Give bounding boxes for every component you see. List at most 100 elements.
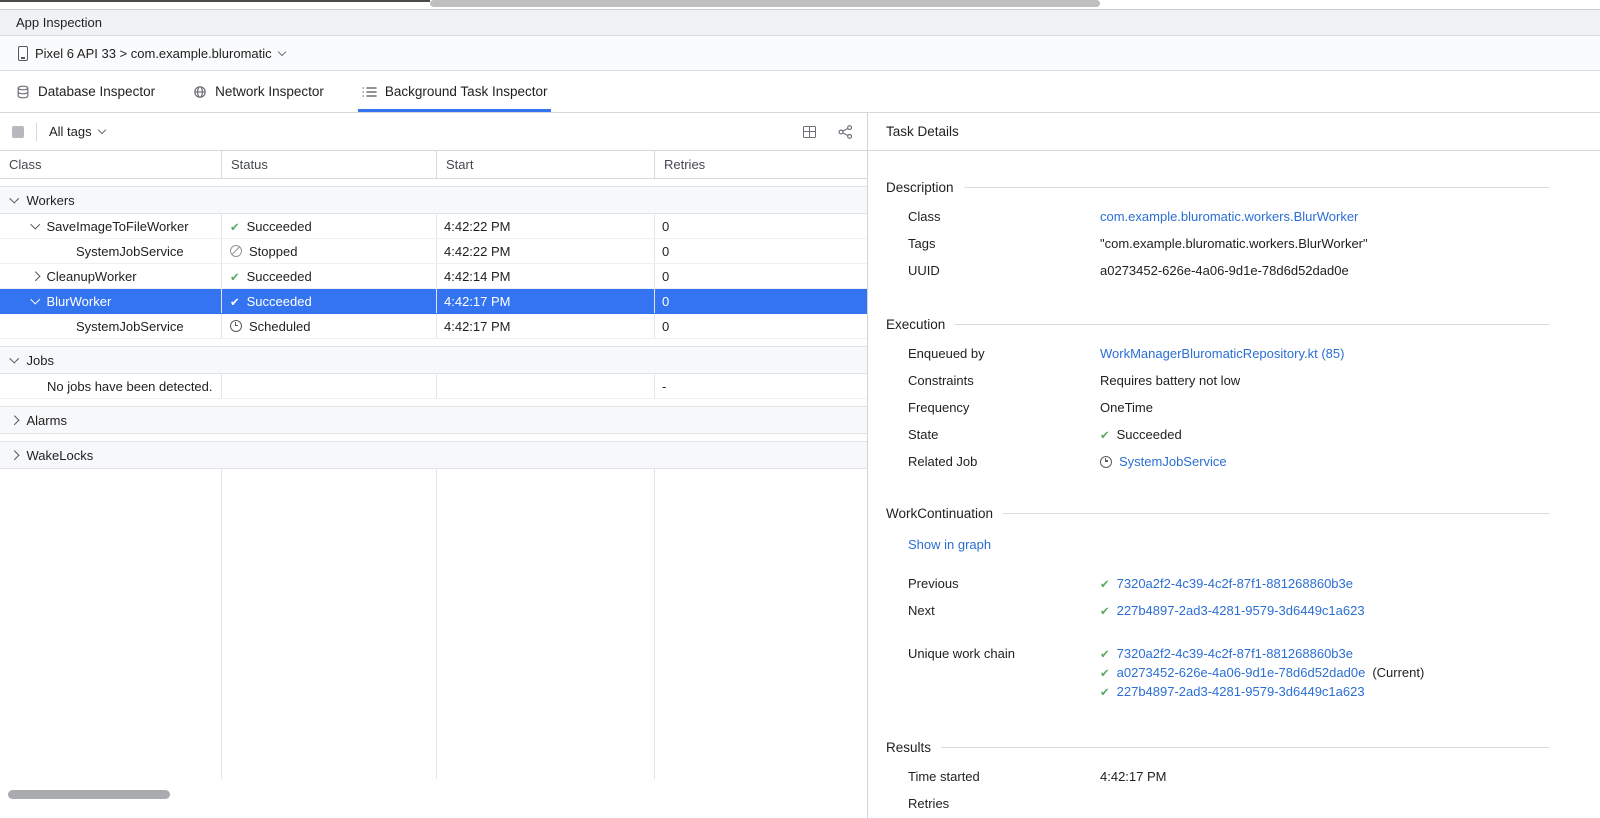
task-details-panel: Task Details Description Class com.examp… (868, 113, 1600, 818)
network-icon (193, 85, 207, 99)
table-view-icon[interactable] (803, 126, 816, 138)
chevron-right-icon (10, 450, 19, 459)
tab-background-task-inspector[interactable]: Background Task Inspector (362, 71, 548, 112)
succeeded-icon (230, 294, 240, 309)
cell-empty (222, 374, 437, 398)
column-start[interactable]: Start (437, 151, 655, 178)
time-started-value: 4:42:17 PM (1100, 769, 1167, 784)
detail-label: Enqueued by (908, 346, 1100, 361)
table-row[interactable]: SystemJobService Stopped 4:42:22 PM 0 (0, 239, 867, 264)
detail-label: Related Job (908, 454, 1100, 469)
app-inspection-title: App Inspection (16, 15, 102, 30)
detail-row-tags: Tags "com.example.bluromatic.workers.Blu… (886, 230, 1600, 257)
stopped-icon (230, 245, 242, 257)
section-rule (1003, 513, 1550, 514)
section-heading: Results (886, 740, 931, 755)
tab-database-inspector[interactable]: Database Inspector (16, 71, 155, 112)
section-heading: Description (886, 180, 954, 195)
worker-status: Succeeded (247, 294, 312, 309)
table-row[interactable]: SaveImageToFileWorker Succeeded 4:42:22 … (0, 214, 867, 239)
class-link[interactable]: com.example.bluromatic.workers.BlurWorke… (1100, 209, 1358, 224)
main-split: All tags Class Status Start Retries Work… (0, 113, 1600, 818)
tags-value: "com.example.bluromatic.workers.BlurWork… (1100, 236, 1368, 251)
show-in-graph-link[interactable]: Show in graph (908, 537, 991, 552)
show-in-graph-row: Show in graph (886, 531, 1600, 558)
section-execution: Execution (886, 314, 1550, 334)
succeeded-icon (1100, 576, 1110, 591)
detail-row-unique-work-chain: Unique work chain 7320a2f2-4c39-4c2f-87f… (886, 644, 1600, 701)
group-wakelocks[interactable]: WakeLocks (0, 441, 867, 469)
detail-row-related-job: Related Job SystemJobService (886, 448, 1600, 475)
detail-label: Retries (908, 796, 1100, 811)
graph-view-icon[interactable] (838, 125, 853, 139)
next-work-link[interactable]: 227b4897-2ad3-4281-9579-3d6449c1a623 (1117, 603, 1365, 618)
empty-jobs-message: No jobs have been detected. (47, 379, 213, 394)
all-tags-filter[interactable]: All tags (49, 124, 105, 139)
section-rule (964, 187, 1550, 188)
column-retries[interactable]: Retries (655, 151, 867, 178)
section-rule (955, 324, 1550, 325)
background-task-icon (362, 86, 377, 98)
empty-jobs-retries: - (655, 374, 867, 398)
chevron-down-icon[interactable] (31, 220, 40, 229)
detail-row-state: State Succeeded (886, 421, 1600, 448)
worker-class: CleanupWorker (47, 269, 137, 284)
detail-label: Unique work chain (908, 644, 1100, 663)
group-jobs[interactable]: Jobs (0, 346, 867, 374)
section-rule (941, 747, 1550, 748)
tab-label: Database Inspector (38, 84, 155, 99)
table-row[interactable]: CleanupWorker Succeeded 4:42:14 PM 0 (0, 264, 867, 289)
top-scrollbar-thumb[interactable] (430, 0, 1100, 7)
group-label: Alarms (27, 413, 67, 428)
app-inspection-header: App Inspection (0, 9, 1600, 36)
chevron-right-icon[interactable] (31, 271, 40, 280)
group-alarms[interactable]: Alarms (0, 406, 867, 434)
device-phone-icon (18, 46, 28, 61)
table-toolbar: All tags (0, 113, 867, 151)
chevron-down-icon (10, 194, 19, 203)
chain-work-link[interactable]: 227b4897-2ad3-4281-9579-3d6449c1a623 (1117, 684, 1365, 699)
worker-retries: 0 (655, 214, 867, 238)
related-job-link[interactable]: SystemJobService (1119, 454, 1227, 469)
uuid-value: a0273452-626e-4a06-9d1e-78d6d52dad0e (1100, 263, 1349, 278)
group-label: WakeLocks (27, 448, 94, 463)
chain-suffix: (Current) (1372, 665, 1424, 680)
worker-class: SystemJobService (76, 319, 184, 334)
succeeded-icon (230, 219, 240, 234)
worker-start: 4:42:17 PM (437, 289, 655, 313)
tab-network-inspector[interactable]: Network Inspector (193, 71, 324, 112)
worker-status: Stopped (249, 244, 297, 259)
horizontal-scrollbar-thumb[interactable] (8, 790, 170, 799)
cell-empty (437, 374, 655, 398)
section-description: Description (886, 177, 1550, 197)
previous-work-link[interactable]: 7320a2f2-4c39-4c2f-87f1-881268860b3e (1117, 576, 1353, 591)
section-work-continuation: WorkContinuation (886, 503, 1550, 523)
table-empty-area (0, 469, 867, 779)
detail-row-class: Class com.example.bluromatic.workers.Blu… (886, 203, 1600, 230)
detail-row-time-started: Time started 4:42:17 PM (886, 763, 1600, 790)
group-label: Jobs (27, 353, 54, 368)
task-details-header: Task Details (868, 113, 1600, 151)
column-class[interactable]: Class (0, 151, 222, 178)
enqueued-by-link[interactable]: WorkManagerBluromaticRepository.kt (85) (1100, 346, 1344, 361)
column-status[interactable]: Status (222, 151, 437, 178)
table-row-selected[interactable]: BlurWorker Succeeded 4:42:17 PM 0 (0, 289, 867, 314)
window-divider (0, 0, 430, 2)
chevron-down-icon[interactable] (31, 295, 40, 304)
toolbar-divider (36, 123, 37, 141)
detail-row-frequency: Frequency OneTime (886, 394, 1600, 421)
chain-work-link[interactable]: 7320a2f2-4c39-4c2f-87f1-881268860b3e (1117, 646, 1353, 661)
all-tags-label: All tags (49, 124, 92, 139)
group-workers[interactable]: Workers (0, 186, 867, 214)
worker-status: Succeeded (247, 269, 312, 284)
process-selector[interactable]: Pixel 6 API 33 > com.example.bluromatic (12, 43, 291, 64)
stop-icon[interactable] (12, 126, 24, 138)
detail-row-retries-partial: Retries (886, 790, 1600, 817)
top-edge (0, 0, 1600, 9)
constraints-value: Requires battery not low (1100, 373, 1240, 388)
chain-work-link-current[interactable]: a0273452-626e-4a06-9d1e-78d6d52dad0e (1117, 665, 1366, 680)
table-row[interactable]: SystemJobService Scheduled 4:42:17 PM 0 (0, 314, 867, 339)
succeeded-icon (230, 269, 240, 284)
section-results: Results (886, 737, 1550, 757)
horizontal-scrollbar (0, 779, 867, 818)
